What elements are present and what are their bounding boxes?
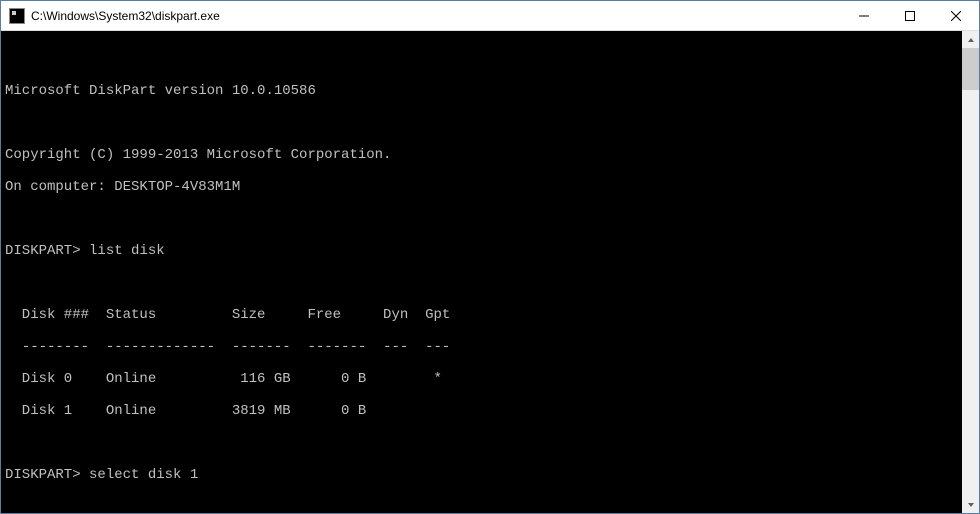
command-text: list disk bbox=[89, 243, 165, 259]
blank-line bbox=[5, 435, 962, 451]
table-divider: -------- ------------- ------- ------- -… bbox=[5, 339, 962, 355]
table-row: Disk 0 Online 116 GB 0 B * bbox=[5, 371, 962, 387]
window-controls bbox=[841, 1, 979, 30]
copyright-line: Copyright (C) 1999-2013 Microsoft Corpor… bbox=[5, 147, 962, 163]
app-icon bbox=[9, 8, 25, 24]
window-title: C:\Windows\System32\diskpart.exe bbox=[31, 9, 841, 23]
command-text: select disk 1 bbox=[89, 467, 198, 483]
blank-line bbox=[5, 275, 962, 291]
minimize-button[interactable] bbox=[841, 1, 887, 30]
prompt-line: DISKPART> list disk bbox=[5, 243, 962, 259]
scroll-thumb[interactable] bbox=[962, 48, 979, 90]
prompt: DISKPART> bbox=[5, 467, 81, 483]
blank-line bbox=[5, 211, 962, 227]
blank-line bbox=[5, 51, 962, 67]
table-header: Disk ### Status Size Free Dyn Gpt bbox=[5, 307, 962, 323]
titlebar: C:\Windows\System32\diskpart.exe bbox=[1, 1, 979, 31]
table-row: Disk 1 Online 3819 MB 0 B bbox=[5, 403, 962, 419]
client-area: Microsoft DiskPart version 10.0.10586 Co… bbox=[1, 31, 979, 513]
prompt-line: DISKPART> select disk 1 bbox=[5, 467, 962, 483]
console-output[interactable]: Microsoft DiskPart version 10.0.10586 Co… bbox=[1, 31, 962, 513]
maximize-button[interactable] bbox=[887, 1, 933, 30]
scroll-down-arrow-icon[interactable] bbox=[962, 496, 979, 513]
vertical-scrollbar[interactable] bbox=[962, 31, 979, 513]
close-button[interactable] bbox=[933, 1, 979, 30]
blank-line bbox=[5, 499, 962, 513]
scroll-up-arrow-icon[interactable] bbox=[962, 31, 979, 48]
scroll-track[interactable] bbox=[962, 48, 979, 496]
blank-line bbox=[5, 115, 962, 131]
prompt: DISKPART> bbox=[5, 243, 81, 259]
computer-line: On computer: DESKTOP-4V83M1M bbox=[5, 179, 962, 195]
version-line: Microsoft DiskPart version 10.0.10586 bbox=[5, 83, 962, 99]
